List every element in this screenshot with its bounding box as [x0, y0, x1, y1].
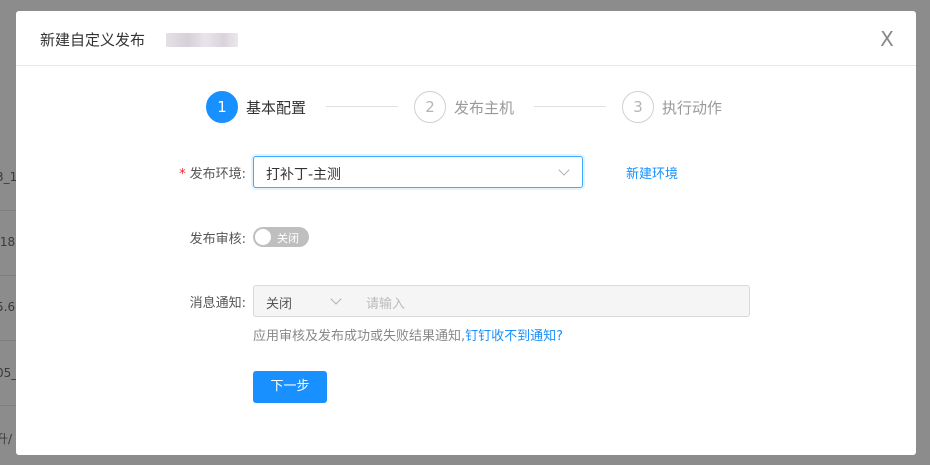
create-release-dialog: 新建自定义发布 X 1 基本配置 2 发布主机 3 执行动作 * 发布环境: 打补… [16, 11, 916, 455]
background-cell: 05_ [0, 366, 18, 380]
background-divider [0, 210, 16, 211]
required-mark: * [179, 167, 186, 182]
step-label: 基本配置 [246, 99, 307, 117]
notify-select-value: 关闭 [266, 297, 293, 312]
redacted-app-name [166, 33, 238, 47]
step-number: 1 [206, 91, 238, 123]
notify-input-placeholder: 请输入 [366, 297, 406, 312]
notify-hint: 应用审核及发布成功或失败结果通知,钉钉收不到通知? [253, 325, 563, 344]
notify-label: 消息通知: [189, 296, 246, 311]
review-label: 发布审核: [189, 232, 246, 247]
background-cell: 升/ [0, 432, 13, 446]
env-label: * 发布环境: [126, 163, 246, 182]
env-label-text: 发布环境: [189, 167, 246, 182]
background-divider [0, 340, 16, 341]
new-env-link[interactable]: 新建环境 [626, 163, 678, 182]
step-number: 3 [622, 91, 654, 123]
step-connector [326, 106, 398, 107]
review-toggle[interactable]: 关闭 [253, 227, 309, 247]
dialog-header: 新建自定义发布 X [16, 11, 916, 66]
env-select[interactable]: 打补丁-主测 [253, 156, 583, 188]
step-label: 发布主机 [454, 99, 515, 117]
background-cell: 3_1 [0, 170, 18, 184]
notify-hint-text: 应用审核及发布成功或失败结果通知, [253, 329, 466, 344]
next-step-button[interactable]: 下一步 [253, 371, 327, 403]
env-select-value: 打补丁-主测 [266, 167, 342, 183]
step-connector [534, 106, 606, 107]
chevron-down-icon [330, 293, 342, 305]
chevron-down-icon [558, 164, 570, 176]
background-divider [0, 275, 16, 276]
background-cell: .18 [0, 235, 16, 249]
notify-channel-select[interactable]: 关闭 [253, 285, 355, 317]
background-divider [0, 405, 16, 406]
toggle-knob [255, 229, 271, 245]
dingtalk-help-link[interactable]: 钉钉收不到通知? [465, 329, 563, 344]
background-cell: 5.6 [0, 300, 16, 314]
notify-input[interactable]: 请输入 [354, 285, 750, 317]
dialog-title: 新建自定义发布 [40, 31, 146, 49]
step-number: 2 [414, 91, 446, 123]
toggle-text: 关闭 [277, 232, 299, 245]
close-icon[interactable]: X [876, 28, 898, 50]
step-label: 执行动作 [662, 99, 723, 117]
